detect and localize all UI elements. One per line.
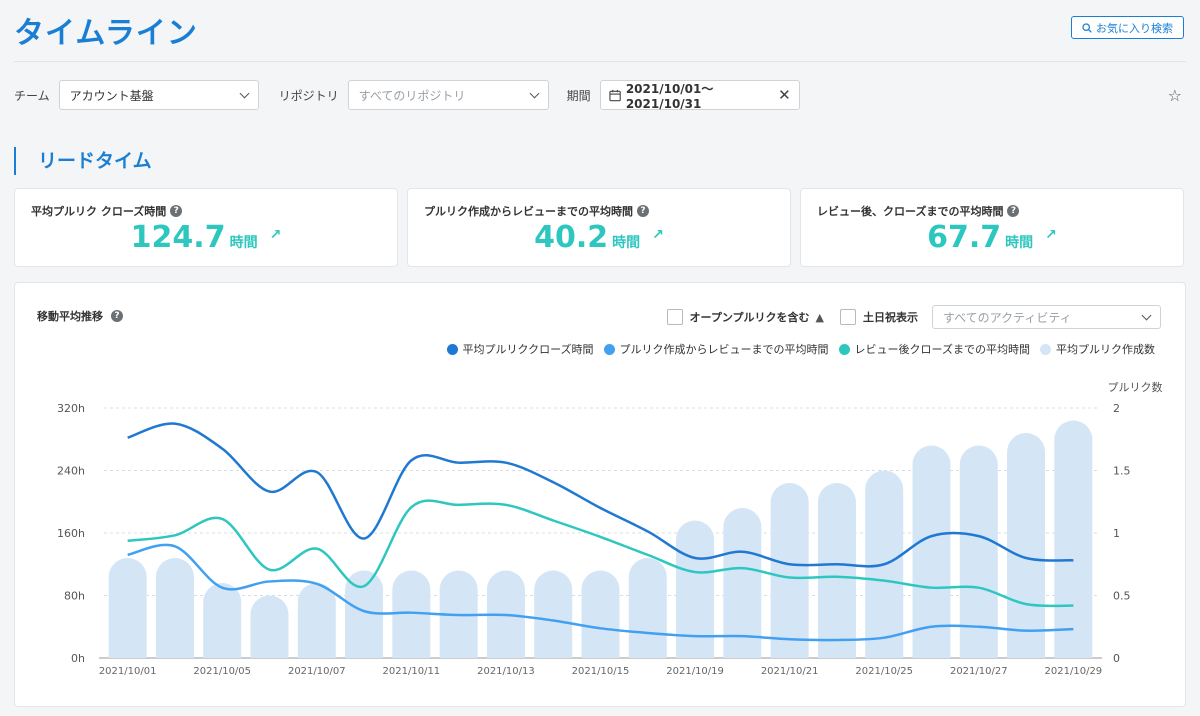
favorite-search-button[interactable]: お気に入り検索 [1071,16,1184,39]
pr-count-bar [250,595,289,658]
y-left-tick-label: 80h [64,590,85,603]
help-icon[interactable]: ? [637,205,649,217]
pr-count-bar [534,570,573,658]
pr-count-bar [628,558,667,658]
pr-count-bar [581,570,620,658]
pr-count-bar [817,483,856,658]
calendar-icon [609,89,621,101]
team-value: アカウント基盤 [69,88,154,103]
y-right-tick-label: 0 [1113,652,1120,665]
repo-select[interactable]: すべてのリポジトリ [347,80,549,110]
repo-label: リポジトリ [278,88,339,103]
arrow-up-right-icon: ↗ [652,227,664,243]
y-left-tick-label: 320h [57,402,85,415]
help-icon[interactable]: ? [170,205,183,217]
period-value: 2021/10/01〜2021/10/31 [625,81,714,111]
period-label: 期間 [566,88,591,103]
period-date-range[interactable]: 2021/10/01〜2021/10/31 ✕ [599,80,800,111]
pr-count-bar [1007,433,1046,658]
kpi-value: 124.7 時間 ↗ [130,220,282,255]
kpi-value: 40.2 時間 ↗ [534,220,664,255]
pr-count-bar [155,558,194,658]
kpi-label: 平均プルリク クローズ時間? [31,203,183,219]
kpi-label: レビュー後、クローズまでの平均時間? [817,203,1020,219]
x-tick-label: 2021/10/15 [572,666,630,677]
filter-bar: チーム アカウント基盤 リポジトリ すべてのリポジトリ 期間 2021/10/0… [14,80,800,111]
chevron-down-icon [239,88,250,98]
pr-count-bar [108,558,147,658]
moving-average-chart-card: 移動平均推移? オープンプルリクを含む ▲ 土日祝表示 すべてのアクティビティ … [14,282,1186,707]
close-icon[interactable]: ✕ [778,86,791,104]
arrow-up-right-icon: ↗ [269,227,282,243]
y-left-tick-label: 160h [57,527,85,540]
repo-placeholder: すべてのリポジトリ [358,88,466,103]
pr-count-bar [770,483,809,658]
team-label: チーム [14,88,50,103]
x-tick-label: 2021/10/07 [288,666,346,677]
x-tick-label: 2021/10/25 [855,666,913,677]
pr-count-bar [1054,420,1093,658]
x-tick-label: 2021/10/19 [666,666,724,677]
pr-count-bar [203,583,242,658]
moving-average-chart: 0h 0 80h 0.5 160h 1 240h 1.5 320h 2 プルリク数 2021/10/0… [57,381,1163,677]
favorite-search-label: お気に入り検索 [1096,21,1173,35]
y-right-tick-label: 1.5 [1113,465,1131,478]
x-tick-label: 2021/10/05 [193,666,251,677]
y-left-tick-label: 0h [71,652,85,665]
kpi-card-after-review-time: レビュー後、クローズまでの平均時間? 67.7 時間 ↗ [800,188,1184,267]
team-select[interactable]: アカウント基盤 [58,80,259,110]
y-right-tick-label: 1 [1113,527,1120,540]
chevron-down-icon [529,88,540,98]
page-title: タイムライン [14,16,198,51]
x-tick-label: 2021/10/29 [1045,666,1103,677]
y-right-tick-label: 0.5 [1113,590,1131,603]
arrow-up-right-icon: ↗ [1045,227,1057,243]
x-tick-label: 2021/10/13 [477,666,535,677]
kpi-card-close-time: 平均プルリク クローズ時間? 124.7 時間 ↗ [14,188,398,267]
x-tick-label: 2021/10/11 [383,666,441,677]
y-right-axis-label: プルリク数 [1108,381,1163,394]
kpi-label: プルリク作成からレビューまでの平均時間? [424,203,649,219]
x-tick-label: 2021/10/01 [99,666,157,677]
search-icon [1082,22,1092,33]
star-icon[interactable]: ☆ [1168,86,1182,105]
help-icon[interactable]: ? [1007,205,1020,217]
pr-count-bar [297,583,336,658]
kpi-value: 67.7 時間 ↗ [927,220,1057,255]
kpi-card-review-time: プルリク作成からレビューまでの平均時間? 40.2 時間 ↗ [407,188,791,267]
y-left-tick-label: 240h [57,465,85,478]
header-divider [14,61,1186,62]
section-title: リードタイム [14,147,152,175]
y-right-tick-label: 2 [1113,402,1120,415]
x-tick-label: 2021/10/27 [950,666,1008,677]
x-tick-label: 2021/10/21 [761,666,819,677]
